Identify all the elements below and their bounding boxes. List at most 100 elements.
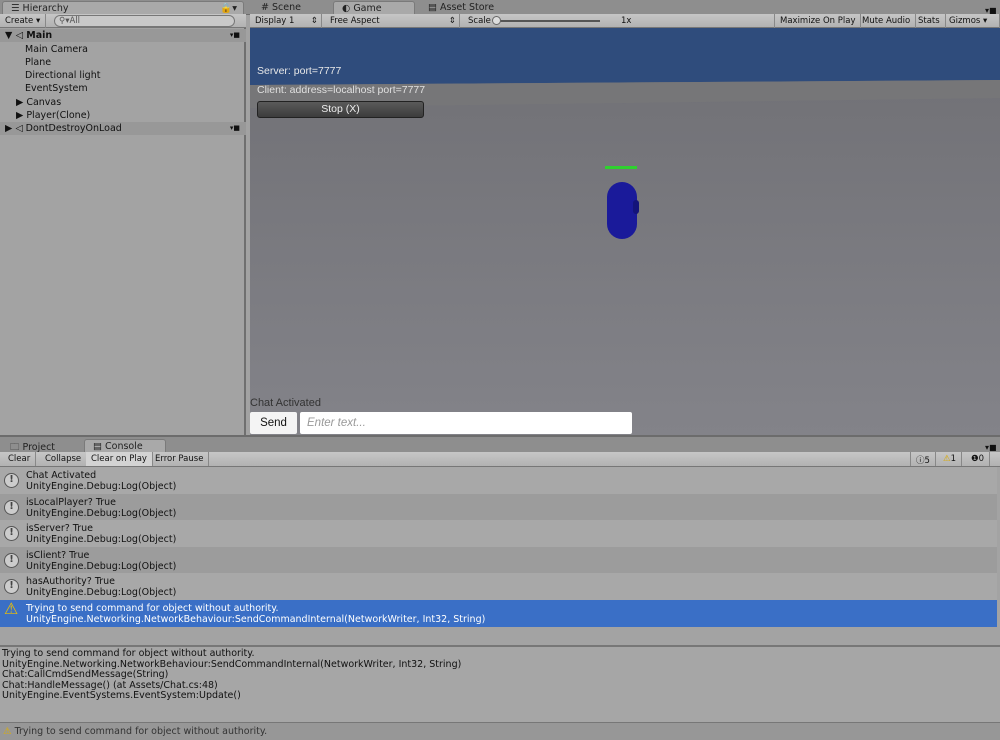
console-entry[interactable]: ! Chat Activated UnityEngine.Debug:Log(Obj… bbox=[0, 467, 997, 494]
item-label: Plane bbox=[25, 56, 52, 68]
item-label: Main Camera bbox=[25, 43, 88, 55]
status-message: Trying to send command for object withou… bbox=[14, 726, 268, 737]
error-filter-toggle[interactable]: ❶0 bbox=[966, 452, 991, 466]
grid-icon: # bbox=[261, 2, 272, 13]
detail-line: UnityEngine.EventSystems.EventSystem:Upd… bbox=[2, 690, 241, 702]
tab-asset-store[interactable]: ▤ Asset Store bbox=[420, 1, 515, 15]
scale-label: Scale bbox=[468, 16, 491, 26]
unity-icon: ◁ bbox=[15, 123, 23, 134]
entry-message: Trying to send command for object withou… bbox=[26, 603, 279, 614]
item-label: Player(Clone) bbox=[26, 110, 91, 121]
hierarchy-item[interactable]: EventSystem bbox=[0, 82, 246, 95]
collapse-button[interactable]: Collapse bbox=[40, 452, 88, 466]
tab-scene[interactable]: # Scene bbox=[253, 1, 333, 15]
entry-stack: UnityEngine.Debug:Log(Object) bbox=[26, 481, 177, 492]
chat-input[interactable]: Enter text... bbox=[300, 412, 632, 434]
info-icon: ! bbox=[4, 473, 19, 488]
gizmos-label: Gizmos bbox=[949, 16, 981, 26]
console-entry[interactable]: ! isClient? True UnityEngine.Debug:Log(Obj… bbox=[0, 546, 997, 574]
item-label: EventSystem bbox=[25, 83, 88, 95]
info-icon: ! bbox=[4, 499, 19, 515]
clear-button[interactable]: Clear bbox=[3, 452, 37, 466]
game-view[interactable]: Server: port=7777 Client: address=localh… bbox=[250, 28, 1000, 435]
expand-arrow-icon[interactable]: ▶ bbox=[16, 97, 26, 108]
sky bbox=[250, 28, 1000, 85]
entry-stack: UnityEngine.Networking.NetworkBehaviour:… bbox=[26, 614, 486, 625]
log-filter-toggle[interactable]: ⓘ5 bbox=[910, 452, 936, 466]
tab-project[interactable]: 🗀 Project bbox=[2, 439, 82, 453]
warning-filter-toggle[interactable]: ⚠1 bbox=[938, 452, 963, 466]
hierarchy-item[interactable]: ▶ Player(Clone) bbox=[0, 109, 246, 122]
client-label: Client: address=localhost port=7777 bbox=[257, 84, 426, 96]
warning-icon: ⚠ bbox=[943, 454, 951, 464]
scale-slider[interactable]: Scale 1x bbox=[463, 14, 633, 28]
expand-arrow-icon[interactable]: ▶ bbox=[16, 110, 26, 121]
tab-label: Scene bbox=[271, 2, 301, 13]
scene-main[interactable]: ▼ ◁ Main ▾■ bbox=[0, 29, 246, 42]
slider-thumb[interactable] bbox=[492, 16, 501, 25]
info-icon: ⓘ bbox=[916, 456, 925, 466]
aspect-dropdown[interactable]: Free Aspect ⇕ bbox=[325, 14, 460, 28]
info-icon: ! bbox=[4, 526, 19, 542]
hierarchy-item[interactable]: Plane bbox=[0, 56, 246, 69]
tab-label: Game bbox=[353, 3, 382, 14]
stats-button[interactable]: Stats bbox=[913, 14, 946, 28]
display-dropdown[interactable]: Display 1 ⇕ bbox=[250, 14, 322, 28]
error-pause-button[interactable]: Error Pause bbox=[150, 452, 210, 466]
pacman-icon: ◐ bbox=[342, 3, 354, 14]
chat-label: Chat Activated bbox=[250, 397, 321, 409]
tab-console[interactable]: ▤ Console bbox=[84, 439, 166, 453]
scene-label: Main bbox=[26, 30, 53, 41]
panel-menu-icon[interactable]: ▾■ bbox=[985, 443, 997, 452]
slider-track bbox=[495, 20, 600, 22]
console-entry[interactable]: ! isServer? True UnityEngine.Debug:Log(Obj… bbox=[0, 520, 997, 547]
log-count: 5 bbox=[924, 456, 930, 466]
entry-message: hasAuthority? True bbox=[26, 576, 116, 588]
game-toolbar: Display 1 ⇕ Free Aspect ⇕ Scale 1x Maximiz… bbox=[250, 14, 1000, 28]
scene-dontdestroyonload[interactable]: ▶ ◁ DontDestroyOnLoad ▾■ bbox=[0, 122, 246, 135]
entry-stack: UnityEngine.Debug:Log(Object) bbox=[26, 507, 177, 519]
info-icon: ! bbox=[4, 552, 19, 568]
tab-game[interactable]: ◐ Game bbox=[333, 1, 415, 15]
console-entry[interactable]: ! isLocalPlayer? True UnityEngine.Debug:Lo… bbox=[0, 493, 997, 521]
send-button[interactable]: Send bbox=[250, 412, 297, 434]
error-count: 0 bbox=[978, 454, 985, 464]
gizmos-button[interactable]: Gizmos ▾ bbox=[944, 14, 1000, 28]
entry-message: Chat Activated bbox=[26, 470, 97, 481]
hierarchy-search-input[interactable]: ⚲▾All bbox=[54, 15, 235, 27]
console-detail[interactable]: Trying to send command for object withou… bbox=[0, 645, 1000, 722]
entry-message: isLocalPlayer? True bbox=[26, 496, 117, 508]
server-label: Server: port=7777 bbox=[257, 65, 342, 77]
tab-label: Asset Store bbox=[440, 2, 495, 13]
stop-button[interactable]: Stop (X) bbox=[257, 101, 424, 118]
tab-hierarchy[interactable]: ☰ Hierarchy 🔒▾ bbox=[2, 1, 244, 15]
hierarchy-item[interactable]: Main Camera bbox=[0, 43, 246, 56]
console-entry[interactable]: ! hasAuthority? True UnityEngine.Debug:Log… bbox=[0, 573, 997, 600]
hierarchy-item[interactable]: ▶ Canvas bbox=[0, 96, 246, 109]
error-icon: ❶ bbox=[971, 454, 979, 464]
maximize-on-play-button[interactable]: Maximize On Play bbox=[774, 14, 862, 28]
scene-label: DontDestroyOnLoad bbox=[25, 123, 122, 134]
scene-menu-icon[interactable]: ▾■ bbox=[230, 29, 240, 42]
entry-message: isServer? True bbox=[26, 523, 93, 535]
info-icon: ! bbox=[4, 579, 19, 595]
detail-line: Trying to send command for object withou… bbox=[2, 648, 255, 659]
item-label: Canvas bbox=[26, 96, 62, 108]
status-bar[interactable]: ⚠ Trying to send command for object with… bbox=[0, 722, 1000, 740]
create-button[interactable]: Create ▾ bbox=[0, 14, 47, 28]
hierarchy-item[interactable]: Directional light bbox=[0, 69, 246, 82]
clear-on-play-toggle[interactable]: Clear on Play bbox=[86, 452, 153, 466]
hierarchy-toolbar: Create ▾ ⚲▾All bbox=[0, 14, 246, 28]
entry-stack: UnityEngine.Debug:Log(Object) bbox=[26, 587, 177, 599]
console-icon: ▤ bbox=[93, 441, 105, 452]
warning-count: 1 bbox=[950, 454, 957, 464]
mute-audio-button[interactable]: Mute Audio bbox=[857, 14, 917, 28]
scene-menu-icon[interactable]: ▾■ bbox=[230, 122, 240, 135]
store-icon: ▤ bbox=[428, 2, 440, 13]
entry-stack: UnityEngine.Debug:Log(Object) bbox=[26, 560, 177, 572]
entry-message: isClient? True bbox=[26, 549, 90, 561]
aspect-label: Free Aspect bbox=[330, 16, 380, 26]
console-list: ! Chat Activated UnityEngine.Debug:Log(Obj… bbox=[0, 467, 1000, 645]
lock-icon[interactable]: 🔒▾ bbox=[220, 3, 237, 14]
console-entry-selected[interactable]: ⚠ Trying to send command for object witho… bbox=[0, 600, 997, 627]
